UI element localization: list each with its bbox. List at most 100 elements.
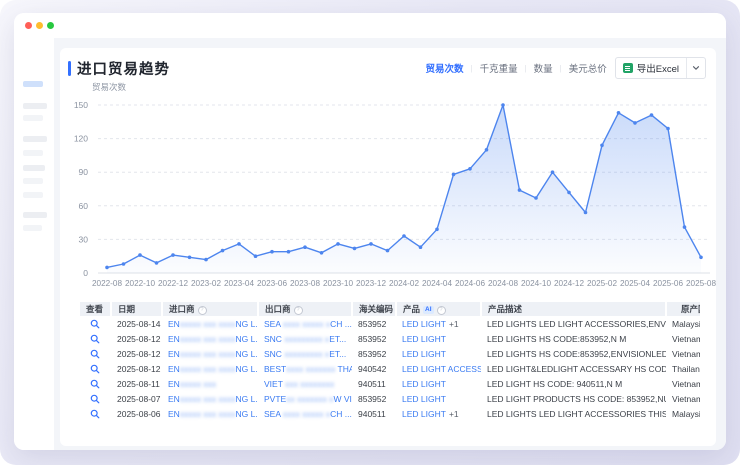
product-link[interactable]: LED LIGHT xyxy=(402,409,446,419)
exporter-link[interactable]: PVTExx xxxxxxx xW VI... xyxy=(264,394,352,404)
exporter-link[interactable]: SEA xxxx xxxxx xCH ... xyxy=(264,319,352,329)
table-row[interactable]: 2025-08-14ENxxxxx xxx xxxxNG L...SEA xxx… xyxy=(80,316,700,331)
tab-trade-count[interactable]: 贸易次数 xyxy=(425,61,463,75)
svg-text:2022-10: 2022-10 xyxy=(125,279,155,288)
importer-link[interactable]: ENxxxxx xxx xxxxNG L... xyxy=(168,319,258,329)
svg-text:2024-06: 2024-06 xyxy=(455,279,485,288)
sidebar-item[interactable] xyxy=(23,150,43,156)
view-detail-icon[interactable] xyxy=(90,393,100,403)
minimize-window-icon[interactable] xyxy=(36,22,43,29)
info-icon[interactable]: ? xyxy=(437,306,446,315)
table-row[interactable]: 2025-08-12 ENxxxxx xxx xxxxNG L... BESTxxx… xyxy=(80,361,700,376)
tab-quantity[interactable]: 数量 xyxy=(534,61,553,75)
svg-text:2023-06: 2023-06 xyxy=(257,279,287,288)
svg-text:90: 90 xyxy=(79,167,89,177)
sidebar-item[interactable] xyxy=(23,178,43,184)
table-row[interactable]: 2025-08-11ENxxxxx xxxVIET xxx xxxxxxxx94… xyxy=(80,376,700,391)
svg-text:2024-10: 2024-10 xyxy=(521,279,551,288)
product-link[interactable]: LED LIGHT xyxy=(402,394,446,404)
export-excel-button[interactable]: 导出Excel xyxy=(616,58,686,78)
tab-separator: | xyxy=(470,64,472,73)
importer-link[interactable]: ENxxxxx xxx xxxxNG L... xyxy=(168,334,258,344)
tab-kg-weight[interactable]: 千克重量 xyxy=(480,61,518,75)
table-header-row: 查看 日期 进口商? 出口商? 海关编码 产品AI? 产品描述 原产国 xyxy=(80,302,700,316)
sidebar-item[interactable] xyxy=(23,103,47,109)
svg-text:30: 30 xyxy=(79,234,89,244)
view-detail-icon[interactable] xyxy=(90,378,100,388)
window-titlebar xyxy=(14,13,726,38)
col-date: 日期 xyxy=(111,302,162,316)
product-link[interactable]: LED LIGHT xyxy=(402,334,446,344)
svg-text:2025-08: 2025-08 xyxy=(686,279,716,288)
exporter-link[interactable]: VIET xxx xxxxxxxx xyxy=(264,379,334,389)
export-button-label: 导出Excel xyxy=(637,61,679,75)
col-product: 产品AI? xyxy=(396,302,481,316)
svg-text:2024-02: 2024-02 xyxy=(389,279,419,288)
date-cell: 2025-08-12 xyxy=(111,331,162,346)
importer-link[interactable]: ENxxxxx xxx xxxxNG L... xyxy=(168,349,258,359)
view-detail-icon[interactable] xyxy=(90,363,100,373)
sidebar-item[interactable] xyxy=(23,212,47,218)
date-cell: 2025-08-11 xyxy=(111,376,162,391)
importer-link[interactable]: ENxxxxx xxx xxxxNG L... xyxy=(168,394,258,404)
svg-text:2024-08: 2024-08 xyxy=(488,279,518,288)
trend-chart[interactable]: 03060901201502022-082022-102022-122023-0… xyxy=(60,92,716,296)
sidebar-item[interactable] xyxy=(23,225,42,231)
product-link[interactable]: LED LIGHT ACCESSORY xyxy=(402,364,481,374)
product-link[interactable]: LED LIGHT xyxy=(402,379,446,389)
product-link[interactable]: LED LIGHT xyxy=(402,349,446,359)
svg-text:150: 150 xyxy=(74,100,88,110)
sidebar-item[interactable] xyxy=(23,115,43,121)
sidebar-item[interactable] xyxy=(23,165,45,171)
date-cell: 2025-08-06 xyxy=(111,406,162,421)
view-detail-icon[interactable] xyxy=(90,408,100,418)
redacted-text: xxxx xxxxx x xyxy=(283,319,330,329)
main-content: 进口贸易趋势 贸易次数 | 千克重量 | 数量 | 美元总价 xyxy=(54,38,726,450)
importer-link[interactable]: ENxxxxx xxx xyxy=(168,379,216,389)
export-dropdown-button[interactable] xyxy=(686,58,705,78)
view-detail-icon[interactable] xyxy=(90,333,100,343)
tab-separator: | xyxy=(560,64,562,73)
redacted-text: xxxxx xxx xyxy=(180,379,216,389)
sidebar-item[interactable] xyxy=(23,136,47,142)
origin-country-cell: Malaysia xyxy=(666,316,700,331)
svg-text:2023-04: 2023-04 xyxy=(224,279,254,288)
description-cell: LED LIGHT PRODUCTS HS CODE: 853952,NUWAT… xyxy=(481,391,666,406)
sidebar-item[interactable] xyxy=(23,192,43,198)
date-cell: 2025-08-12 xyxy=(111,346,162,361)
origin-country-cell: Vietnam xyxy=(666,346,700,361)
col-exporter: 出口商? xyxy=(258,302,352,316)
redacted-text: xxxxxxxxx x xyxy=(284,334,329,344)
exporter-link[interactable]: BESTxxxx xxxxxxx THA... xyxy=(264,364,352,374)
title-accent-bar xyxy=(68,61,71,76)
close-window-icon[interactable] xyxy=(25,22,32,29)
view-detail-icon[interactable] xyxy=(90,348,100,358)
info-icon[interactable]: ? xyxy=(198,306,207,315)
hs-code-cell: 853952 xyxy=(352,346,396,361)
table-row[interactable]: 2025-08-12 ENxxxxx xxx xxxxNG L... SNC xxx… xyxy=(80,346,700,361)
tab-separator: | xyxy=(525,64,527,73)
importer-link[interactable]: ENxxxxx xxx xxxxNG L... xyxy=(168,364,258,374)
table-row[interactable]: 2025-08-07 ENxxxxx xxx xxxxNG L... PVTExx … xyxy=(80,391,700,406)
date-cell: 2025-08-12 xyxy=(111,361,162,376)
zoom-window-icon[interactable] xyxy=(47,22,54,29)
redacted-text: xxxxx xxx xxxx xyxy=(180,349,236,359)
hs-code-cell: 853952 xyxy=(352,331,396,346)
date-cell: 2025-08-07 xyxy=(111,391,162,406)
ai-badge: AI xyxy=(423,306,434,314)
sidebar-item-active[interactable] xyxy=(23,81,43,87)
redacted-text: xxxxxxxxx x xyxy=(284,349,329,359)
info-icon[interactable]: ? xyxy=(294,306,303,315)
page-title: 进口贸易趋势 xyxy=(77,58,170,79)
tab-usd-total[interactable]: 美元总价 xyxy=(569,61,607,75)
svg-text:0: 0 xyxy=(83,268,88,278)
table-row[interactable]: 2025-08-06 ENxxxxx xxx xxxxNG L... SEA xxx… xyxy=(80,406,700,421)
exporter-link[interactable]: SNC xxxxxxxxx xET... xyxy=(264,334,346,344)
view-detail-icon[interactable] xyxy=(90,318,100,328)
exporter-link[interactable]: SEA xxxx xxxxx xCH ... xyxy=(264,409,352,419)
importer-link[interactable]: ENxxxxx xxx xxxxNG L... xyxy=(168,409,258,419)
product-link[interactable]: LED LIGHT xyxy=(402,319,446,329)
table-row[interactable]: 2025-08-12 ENxxxxx xxx xxxxNG L... SNC xxx… xyxy=(80,331,700,346)
exporter-link[interactable]: SNC xxxxxxxxx xET... xyxy=(264,349,346,359)
description-cell: LED LIGHTS HS CODE:853952,ENVISIONLED xyxy=(481,346,666,361)
